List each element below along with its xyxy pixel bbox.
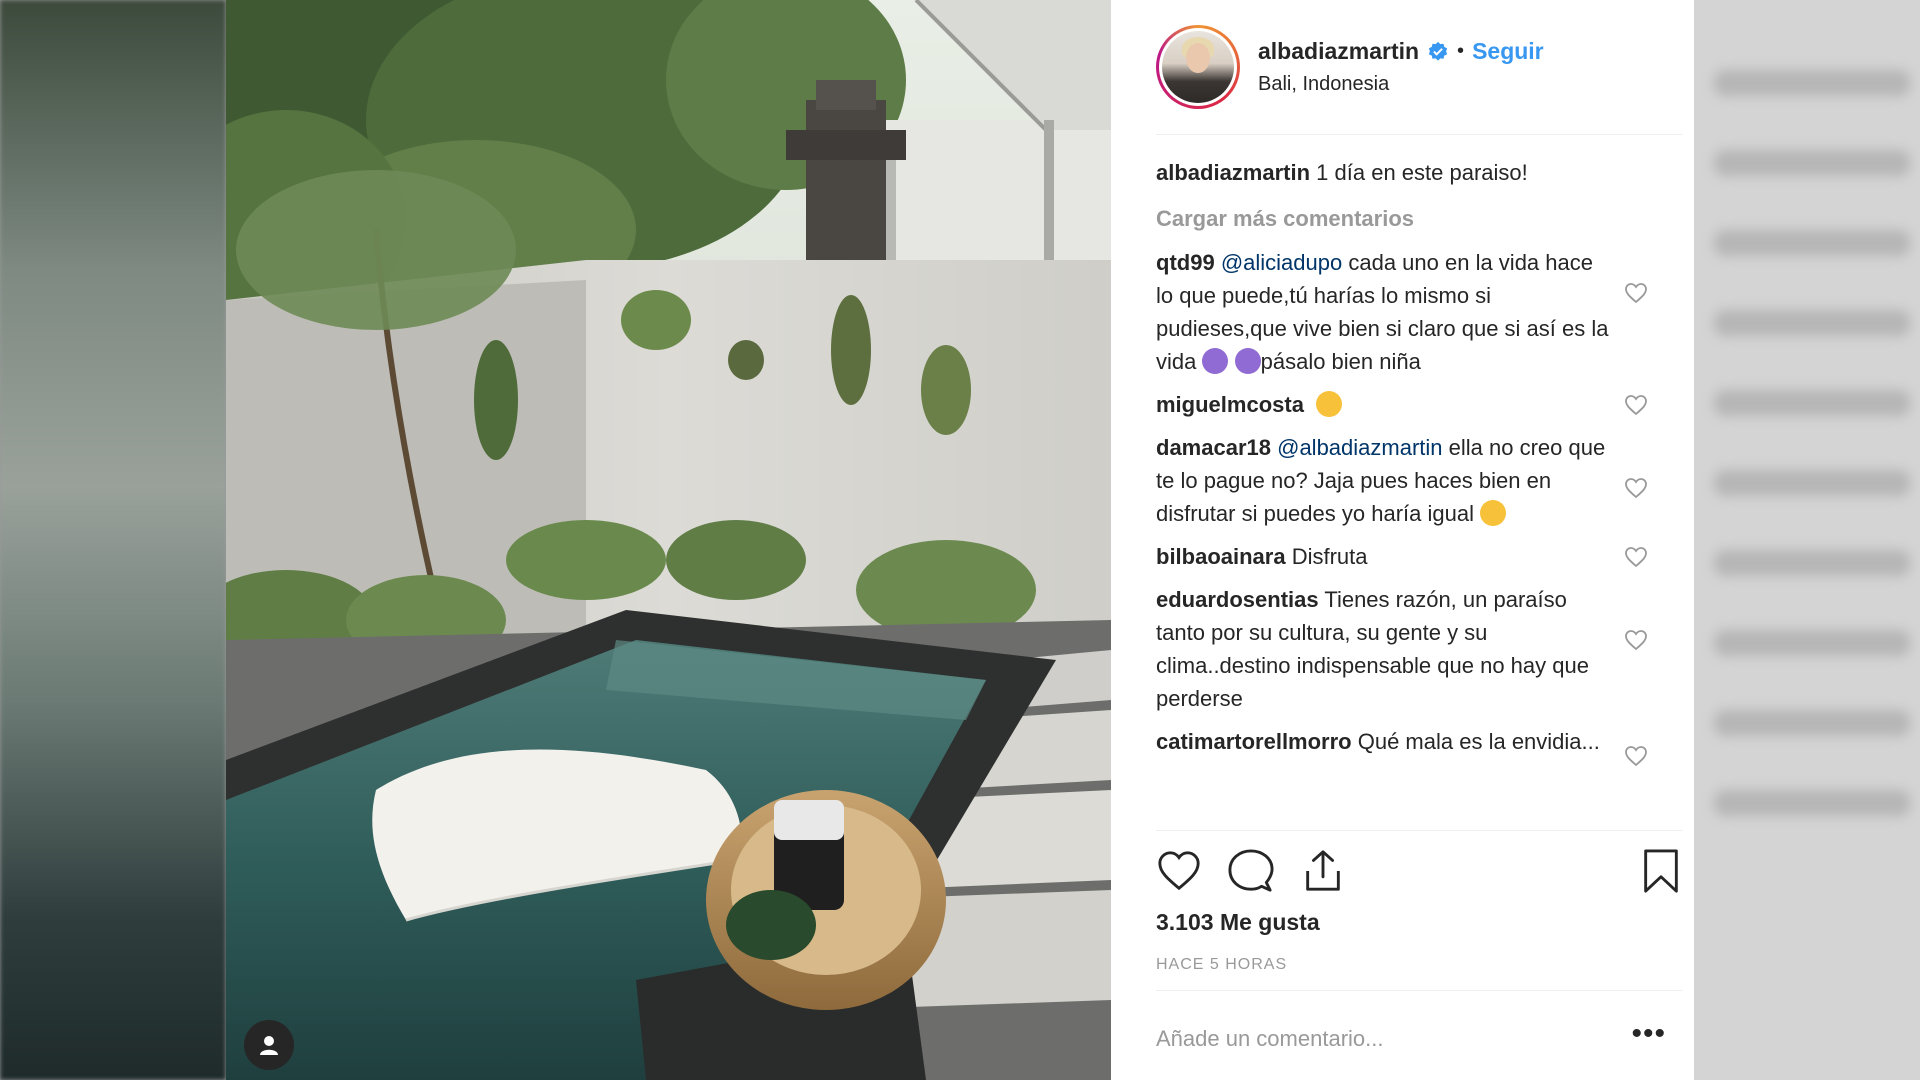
save-bookmark-icon[interactable] <box>1638 848 1684 894</box>
post-author-username[interactable]: albadiazmartin <box>1258 38 1419 65</box>
kissing-face-emoji <box>1480 500 1507 526</box>
like-comment-heart-icon[interactable] <box>1624 477 1648 499</box>
follow-button[interactable]: Seguir <box>1472 38 1544 65</box>
caption-text: 1 día en este paraiso! <box>1316 160 1528 185</box>
load-more-comments-button[interactable]: Cargar más comentarios <box>1156 202 1682 235</box>
comment-text: Disfruta <box>1285 544 1368 569</box>
tagged-user-icon[interactable] <box>244 1020 294 1070</box>
comment-mention[interactable]: @aliciadupo <box>1221 250 1342 275</box>
comment-item: damacar18 @albadiazmartin ella no creo q… <box>1156 431 1682 530</box>
heart-eyes-emoji <box>1316 391 1343 417</box>
comment-bubble-icon[interactable] <box>1228 848 1274 894</box>
comments-list: albadiazmartin 1 día en este paraiso! Ca… <box>1156 156 1682 828</box>
comment-item: catimartorellmorro Qué mala es la envidi… <box>1156 725 1682 767</box>
post-details-pane: albadiazmartin • Seguir Bali, Indonesia … <box>1111 0 1694 1080</box>
comment-username[interactable]: qtd99 <box>1156 250 1215 275</box>
like-comment-heart-icon[interactable] <box>1624 546 1648 568</box>
comment-mention[interactable]: @albadiazmartin <box>1277 435 1442 460</box>
more-options-button[interactable]: ••• <box>1631 1017 1666 1051</box>
like-comment-heart-icon[interactable] <box>1624 745 1648 767</box>
comment-item: eduardosentias Tienes razón, un paraíso … <box>1156 583 1682 715</box>
post-actions: 3.103 Me gusta HACE 5 HORAS <box>1156 830 1682 991</box>
woman-gesturing-no-emoji <box>1234 348 1261 374</box>
screen: albadiazmartin • Seguir Bali, Indonesia … <box>0 0 1920 1080</box>
comment-item: miguelmcosta <box>1156 388 1682 421</box>
post-timestamp[interactable]: HACE 5 HORAS <box>1156 956 1287 974</box>
like-comment-heart-icon[interactable] <box>1624 629 1648 651</box>
comment-username[interactable]: bilbaoainara <box>1156 544 1286 569</box>
separator-dot: • <box>1457 40 1465 62</box>
comment-item: qtd99 @aliciadupo cada uno en la vida ha… <box>1156 246 1682 378</box>
add-comment-input[interactable] <box>1156 1026 1556 1052</box>
comment-text-after-emoji: pásalo bien niña <box>1260 349 1421 374</box>
comment-username[interactable]: miguelmcosta <box>1156 392 1304 417</box>
share-upload-icon[interactable] <box>1300 848 1346 894</box>
verified-badge-icon <box>1428 41 1448 61</box>
post-caption: albadiazmartin 1 día en este paraiso! <box>1156 156 1682 189</box>
caption-username[interactable]: albadiazmartin <box>1156 160 1310 185</box>
woman-gesturing-no-emoji <box>1202 348 1229 374</box>
post-header: albadiazmartin • Seguir Bali, Indonesia <box>1156 0 1682 135</box>
comment-username[interactable]: eduardosentias <box>1156 587 1319 612</box>
blurred-background-left <box>0 0 226 1080</box>
comment-username[interactable]: damacar18 <box>1156 435 1271 460</box>
like-comment-heart-icon[interactable] <box>1624 394 1648 416</box>
add-comment-bar: ••• <box>1156 990 1682 1080</box>
like-comment-heart-icon[interactable] <box>1624 282 1648 304</box>
blurred-background-right <box>1694 0 1920 1080</box>
comment-item: bilbaoainara Disfruta <box>1156 540 1682 573</box>
comment-text: Qué mala es la envidia... <box>1351 729 1600 754</box>
like-count[interactable]: 3.103 Me gusta <box>1156 909 1320 936</box>
comment-username[interactable]: catimartorellmorro <box>1156 729 1352 754</box>
post-photo[interactable] <box>226 0 1111 1080</box>
like-heart-icon[interactable] <box>1156 848 1202 894</box>
pool-garden-image <box>226 0 1111 1080</box>
post-location[interactable]: Bali, Indonesia <box>1258 73 1544 96</box>
avatar[interactable] <box>1156 25 1240 109</box>
